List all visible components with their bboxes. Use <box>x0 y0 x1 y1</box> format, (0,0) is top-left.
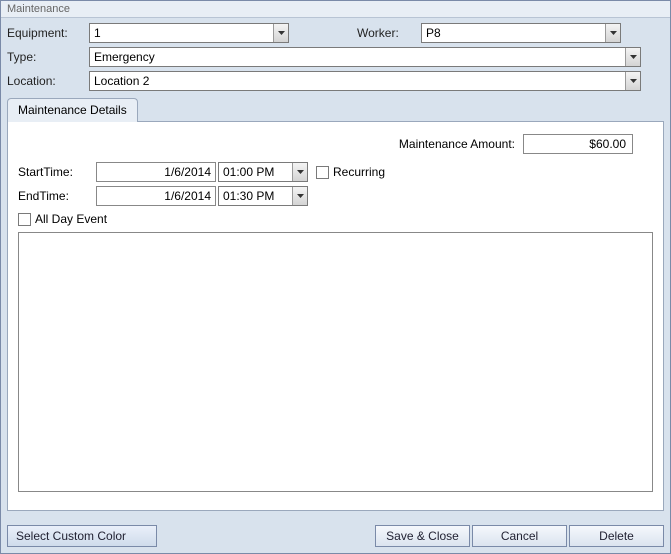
chevron-down-icon[interactable] <box>292 187 307 205</box>
equipment-value: 1 <box>90 24 273 42</box>
start-time-combo[interactable]: 01:00 PM <box>218 162 308 182</box>
tab-maintenance-details[interactable]: Maintenance Details <box>7 98 138 122</box>
recurring-label: Recurring <box>333 165 385 179</box>
type-value: Emergency <box>90 48 625 66</box>
select-custom-color-button[interactable]: Select Custom Color <box>7 525 157 547</box>
chevron-down-icon[interactable] <box>292 163 307 181</box>
footer-toolbar: Select Custom Color Save & Close Cancel … <box>7 525 664 547</box>
location-label: Location: <box>7 74 85 88</box>
endtime-label: EndTime: <box>18 189 96 203</box>
tab-strip: Maintenance Details Maintenance Amount: … <box>7 98 664 511</box>
notes-textarea[interactable] <box>18 232 653 492</box>
type-label: Type: <box>7 50 85 64</box>
start-date-field[interactable]: 1/6/2014 <box>96 162 216 182</box>
details-panel: Maintenance Amount: $60.00 StartTime: 1/… <box>7 121 664 511</box>
allday-checkbox[interactable] <box>18 213 31 226</box>
header-form: Equipment: 1 Worker: P8 Type: Emergency … <box>1 18 670 98</box>
cancel-button[interactable]: Cancel <box>472 525 567 547</box>
recurring-checkbox[interactable] <box>316 166 329 179</box>
start-time-value: 01:00 PM <box>219 163 292 181</box>
location-value: Location 2 <box>90 72 625 90</box>
worker-combo[interactable]: P8 <box>421 23 621 43</box>
allday-label: All Day Event <box>35 212 107 226</box>
location-combo[interactable]: Location 2 <box>89 71 641 91</box>
equipment-combo[interactable]: 1 <box>89 23 289 43</box>
chevron-down-icon[interactable] <box>625 48 640 66</box>
save-close-button[interactable]: Save & Close <box>375 525 470 547</box>
type-combo[interactable]: Emergency <box>89 47 641 67</box>
maintenance-window: Maintenance Equipment: 1 Worker: P8 Type… <box>0 0 671 554</box>
equipment-label: Equipment: <box>7 26 85 40</box>
delete-button[interactable]: Delete <box>569 525 664 547</box>
window-title: Maintenance <box>1 1 670 18</box>
amount-field[interactable]: $60.00 <box>523 134 633 154</box>
amount-label: Maintenance Amount: <box>399 137 515 151</box>
end-time-combo[interactable]: 01:30 PM <box>218 186 308 206</box>
end-time-value: 01:30 PM <box>219 187 292 205</box>
end-date-field[interactable]: 1/6/2014 <box>96 186 216 206</box>
worker-label: Worker: <box>357 26 417 40</box>
starttime-label: StartTime: <box>18 165 96 179</box>
worker-value: P8 <box>422 24 605 42</box>
chevron-down-icon[interactable] <box>625 72 640 90</box>
chevron-down-icon[interactable] <box>273 24 288 42</box>
chevron-down-icon[interactable] <box>605 24 620 42</box>
